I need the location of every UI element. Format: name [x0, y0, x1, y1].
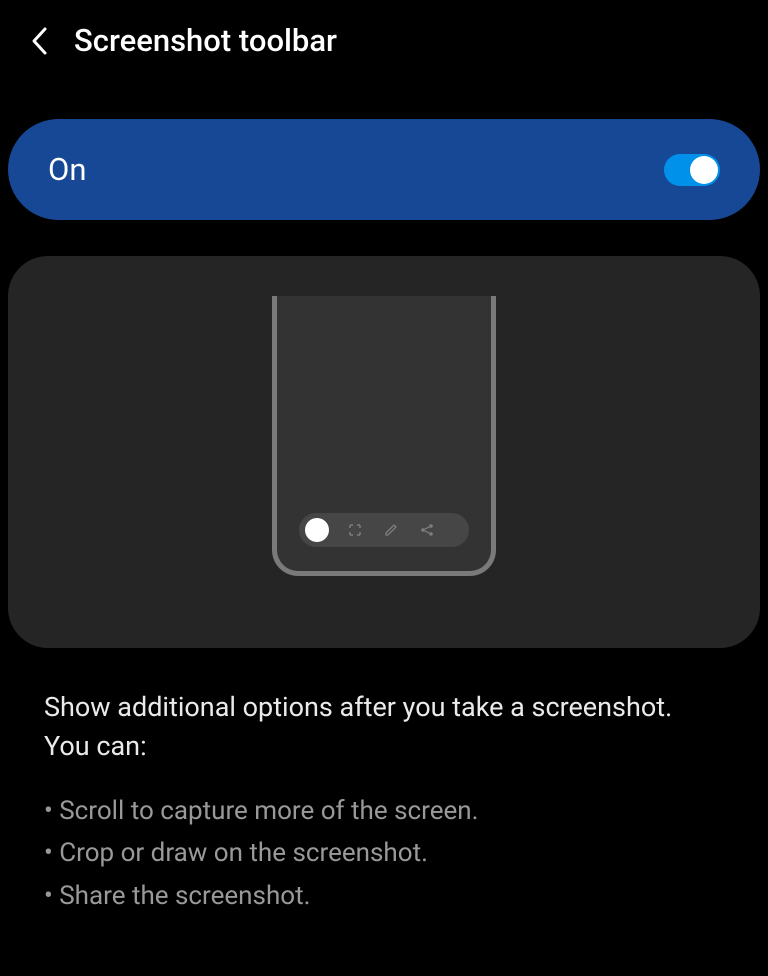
list-item: Crop or draw on the screenshot.	[44, 832, 724, 874]
preview-card	[8, 256, 760, 648]
header: Screenshot toolbar	[0, 0, 768, 81]
toggle-label: On	[48, 151, 86, 188]
page-title: Screenshot toolbar	[74, 22, 337, 59]
toggle-card[interactable]: On	[8, 119, 760, 220]
share-icon	[417, 520, 437, 540]
phone-screen	[281, 300, 487, 567]
toggle-switch[interactable]	[664, 154, 720, 186]
list-item: Scroll to capture more of the screen.	[44, 790, 724, 832]
edit-icon	[381, 520, 401, 540]
thumbnail-icon	[305, 518, 329, 542]
scroll-capture-icon	[345, 520, 365, 540]
description-title: Show additional options after you take a…	[44, 688, 724, 766]
list-item: Share the screenshot.	[44, 875, 724, 917]
toggle-knob	[690, 156, 718, 184]
description: Show additional options after you take a…	[0, 648, 768, 917]
description-list: Scroll to capture more of the screen. Cr…	[44, 790, 724, 916]
screenshot-toolbar-preview	[299, 513, 469, 547]
phone-mockup	[272, 296, 496, 576]
back-icon[interactable]	[28, 30, 50, 52]
